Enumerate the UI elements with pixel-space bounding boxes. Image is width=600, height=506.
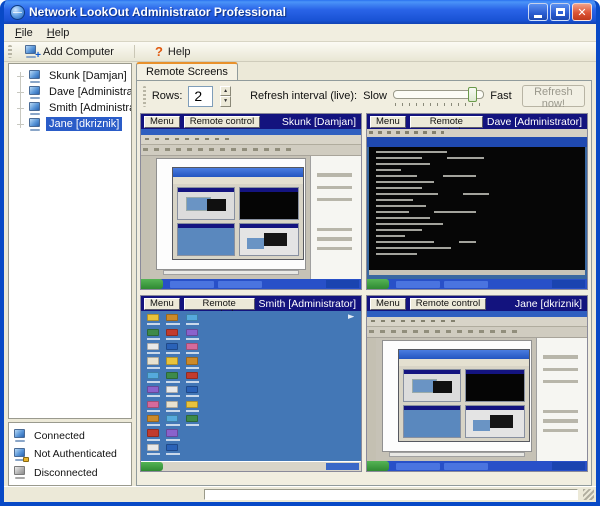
tab-strip: Remote Screens	[136, 62, 592, 80]
content-area: Skunk [Damjan] Dave [Administrator] Smit…	[4, 62, 596, 486]
maximize-button[interactable]	[550, 3, 570, 21]
left-column: Skunk [Damjan] Dave [Administrator] Smit…	[8, 62, 132, 486]
tab-remote-screens[interactable]: Remote Screens	[136, 62, 238, 80]
remote-screen-panel-dave: Menu Remote control Dave [Administrator]	[366, 113, 588, 290]
panel-title: Smith [Administrator]	[259, 298, 358, 310]
status-legend: Connected Not Authenticated Disconnected	[8, 422, 132, 486]
menu-bar: File Help	[4, 24, 596, 42]
legend-label: Not Authenticated	[34, 448, 117, 460]
toolbar: + Add Computer ? Help	[4, 42, 596, 62]
add-computer-label: Add Computer	[43, 46, 114, 58]
help-icon: ?	[155, 44, 163, 59]
legend-label: Disconnected	[34, 467, 98, 479]
remote-screen-thumbnail[interactable]	[141, 129, 361, 289]
help-label: Help	[168, 46, 191, 58]
panel-header: Menu Remote control Jane [dkriznik]	[367, 296, 587, 311]
panel-menu-button[interactable]: Menu	[144, 116, 180, 128]
rows-up-button[interactable]: ▲	[220, 86, 231, 97]
computer-item-jane[interactable]: Jane [dkriznik]	[11, 116, 129, 132]
remote-screen-thumbnail[interactable]	[367, 311, 587, 471]
remote-screens-grid: Menu Remote control Skunk [Damjan] Menu …	[140, 113, 588, 483]
resize-grip[interactable]	[583, 489, 594, 500]
refresh-now-button[interactable]: Refresh now!	[522, 85, 585, 107]
panel-menu-button[interactable]: Menu	[370, 116, 406, 128]
computer-item-label: Smith [Administrator]	[46, 101, 132, 115]
computer-connected-icon	[13, 429, 27, 442]
status-bar-field	[204, 489, 578, 500]
computer-item-smith[interactable]: Smith [Administrator]	[11, 100, 129, 116]
app-window: Network LookOut Administrator Profession…	[0, 0, 600, 506]
rows-input[interactable]: 2	[188, 86, 213, 107]
panel-header: Menu Remote control Dave [Administrator]	[367, 114, 587, 129]
remote-screen-panel-smith: Menu Remote control Smith [Administrator…	[140, 295, 362, 472]
toolbar-separator	[134, 45, 135, 58]
computer-disconnected-icon	[13, 466, 27, 479]
remote-screen-thumbnail[interactable]	[367, 129, 587, 289]
menu-help[interactable]: Help	[40, 26, 77, 40]
close-button[interactable]: ✕	[572, 3, 592, 21]
panel-title: Skunk [Damjan]	[282, 116, 358, 128]
panel-title: Jane [dkriznik]	[515, 298, 584, 310]
remote-screen-thumbnail[interactable]	[141, 311, 361, 471]
computer-connected-icon	[28, 70, 42, 83]
panel-remote-control-button[interactable]: Remote control	[184, 298, 255, 310]
legend-label: Connected	[34, 430, 85, 442]
remote-screen-panel-skunk: Menu Remote control Skunk [Damjan]	[140, 113, 362, 290]
toolbar-grip	[8, 45, 12, 58]
computer-item-label: Jane [dkriznik]	[46, 117, 122, 131]
panel-remote-control-button[interactable]: Remote control	[410, 116, 483, 128]
controls-grip	[143, 86, 146, 107]
computer-connected-icon	[28, 118, 42, 131]
legend-connected: Connected	[13, 429, 127, 442]
menu-file[interactable]: File	[8, 26, 40, 40]
refresh-interval-slider[interactable]	[393, 86, 484, 106]
slow-label: Slow	[363, 90, 387, 102]
rows-label: Rows:	[152, 90, 183, 102]
legend-not-authenticated: Not Authenticated	[13, 448, 127, 461]
computer-connected-icon	[28, 86, 42, 99]
minimize-button[interactable]	[528, 3, 548, 21]
remote-screens-page: Rows: 2 ▲ ▼ Refresh interval (live): Slo…	[136, 80, 592, 486]
computer-item-label: Dave [Administrator]	[46, 85, 132, 99]
computer-item-skunk[interactable]: Skunk [Damjan]	[11, 68, 129, 84]
controls-strip: Rows: 2 ▲ ▼ Refresh interval (live): Slo…	[137, 81, 591, 111]
slider-ticks	[395, 103, 482, 106]
rows-stepper: ▲ ▼	[220, 86, 231, 107]
help-button[interactable]: ? Help	[147, 43, 199, 60]
computer-item-label: Skunk [Damjan]	[46, 69, 130, 83]
add-computer-icon: +	[24, 45, 38, 58]
remote-screen-panel-jane: Menu Remote control Jane [dkriznik]	[366, 295, 588, 472]
add-computer-button[interactable]: + Add Computer	[16, 44, 122, 59]
main-column: Remote Screens Rows: 2 ▲ ▼ Refresh inter…	[132, 62, 592, 486]
status-bar	[4, 486, 596, 502]
title-bar[interactable]: Network LookOut Administrator Profession…	[4, 0, 596, 24]
computer-tree: Skunk [Damjan] Dave [Administrator] Smit…	[8, 63, 132, 419]
panel-menu-button[interactable]: Menu	[144, 298, 180, 310]
window-title: Network LookOut Administrator Profession…	[29, 5, 526, 19]
rows-down-button[interactable]: ▼	[220, 96, 231, 107]
panel-header: Menu Remote control Skunk [Damjan]	[141, 114, 361, 129]
app-icon	[10, 5, 25, 20]
panel-remote-control-button[interactable]: Remote control	[184, 116, 260, 128]
computer-item-dave[interactable]: Dave [Administrator]	[11, 84, 129, 100]
legend-disconnected: Disconnected	[13, 466, 127, 479]
computer-not-authenticated-icon	[13, 448, 27, 461]
panel-title: Dave [Administrator]	[487, 116, 584, 128]
refresh-slider-thumb[interactable]	[468, 87, 477, 102]
refresh-interval-label: Refresh interval (live):	[250, 90, 357, 102]
computer-connected-icon	[28, 102, 42, 115]
panel-header: Menu Remote control Smith [Administrator…	[141, 296, 361, 311]
fast-label: Fast	[490, 90, 511, 102]
panel-remote-control-button[interactable]: Remote control	[410, 298, 486, 310]
panel-menu-button[interactable]: Menu	[370, 298, 406, 310]
